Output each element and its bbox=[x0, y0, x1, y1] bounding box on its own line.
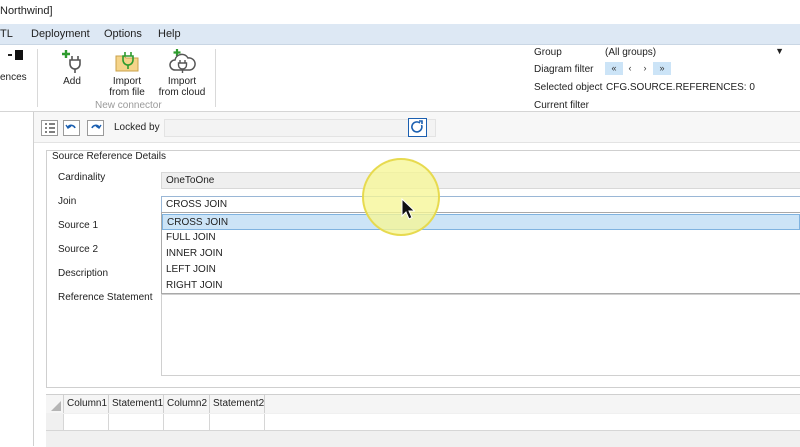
join-value: CROSS JOIN bbox=[166, 199, 228, 210]
selected-object-label: Selected object bbox=[534, 82, 603, 93]
list-icon bbox=[45, 123, 55, 133]
mouse-pointer-icon bbox=[401, 198, 415, 220]
import-from-file-button[interactable]: Import from file bbox=[104, 45, 150, 98]
join-label: Join bbox=[58, 196, 77, 207]
description-label: Description bbox=[58, 268, 109, 279]
menu-etl[interactable]: TL bbox=[0, 28, 13, 40]
grid-corner bbox=[46, 395, 64, 413]
grid-cell[interactable] bbox=[164, 414, 210, 431]
import-cloud-line1: Import bbox=[167, 76, 197, 87]
group-label: Group bbox=[534, 47, 562, 58]
grid-cell[interactable] bbox=[210, 414, 265, 431]
plug-add-icon bbox=[62, 50, 81, 73]
join-option-cross[interactable]: CROSS JOIN bbox=[162, 214, 800, 230]
menu-options[interactable]: Options bbox=[104, 28, 142, 40]
undo-icon bbox=[65, 124, 76, 129]
grid-header-statement2[interactable]: Statement2 bbox=[210, 395, 265, 413]
plug-folder-icon bbox=[115, 52, 139, 72]
locked-by-field bbox=[164, 119, 436, 137]
menu-help[interactable]: Help bbox=[158, 28, 181, 40]
cardinality-combobox[interactable]: OneToOne bbox=[161, 172, 800, 189]
grid-cell[interactable] bbox=[265, 414, 800, 431]
import-file-line1: Import bbox=[112, 76, 142, 87]
cursor-highlight bbox=[362, 158, 440, 236]
menu-bar: TL Deployment Options Help bbox=[0, 24, 800, 45]
selected-object-value: CFG.SOURCE.REFERENCES: 0 bbox=[606, 82, 755, 93]
reference-statement-label: Reference Statement bbox=[58, 292, 153, 303]
add-connector-button[interactable]: Add bbox=[52, 45, 92, 87]
corner-triangle-icon bbox=[51, 401, 61, 411]
cardinality-value: OneToOne bbox=[166, 175, 215, 186]
statement-grid: Column1 Statement1 Column2 Statement2 bbox=[46, 394, 800, 447]
join-dropdown-list: CROSS JOIN FULL JOIN INNER JOIN LEFT JOI… bbox=[161, 212, 800, 294]
window-title: Northwind] bbox=[0, 5, 53, 17]
menu-deployment[interactable]: Deployment bbox=[31, 28, 90, 40]
source1-label: Source 1 bbox=[58, 220, 99, 231]
nav-prev-button[interactable]: ‹ bbox=[624, 62, 636, 75]
references-icon bbox=[8, 50, 23, 60]
references-button[interactable]: ences bbox=[0, 45, 32, 83]
grid-header-statement1[interactable]: Statement1 bbox=[109, 395, 164, 413]
join-option-right[interactable]: RIGHT JOIN bbox=[162, 278, 800, 294]
row-header[interactable] bbox=[46, 414, 64, 431]
nav-next-button[interactable]: › bbox=[639, 62, 651, 75]
ribbon-group-caption: New connector bbox=[95, 100, 162, 111]
group-select[interactable]: (All groups) ▼ bbox=[603, 45, 788, 59]
cardinality-label: Cardinality bbox=[58, 172, 106, 183]
redo-button[interactable] bbox=[87, 120, 104, 136]
undo-button[interactable] bbox=[63, 120, 80, 136]
details-toolbar: Locked by bbox=[34, 112, 800, 143]
grid-cell[interactable] bbox=[64, 414, 109, 431]
locked-by-label: Locked by bbox=[114, 122, 160, 133]
add-label: Add bbox=[63, 76, 81, 87]
refresh-icon bbox=[411, 120, 423, 133]
nav-first-button[interactable]: « bbox=[605, 62, 623, 75]
grid-header-filler bbox=[265, 395, 800, 413]
refresh-button[interactable] bbox=[408, 118, 427, 137]
join-combobox[interactable]: CROSS JOIN bbox=[161, 196, 800, 213]
ribbon: ences Add Import from file Import from c… bbox=[0, 45, 800, 112]
grid-header-column2[interactable]: Column2 bbox=[164, 395, 210, 413]
ribbon-separator bbox=[37, 49, 38, 107]
diagram-filter-label: Diagram filter bbox=[534, 64, 594, 75]
grid-cell[interactable] bbox=[109, 414, 164, 431]
list-view-button[interactable] bbox=[41, 120, 58, 136]
import-from-cloud-button[interactable]: Import from cloud bbox=[156, 45, 208, 98]
grid-header-column1[interactable]: Column1 bbox=[64, 395, 109, 413]
ribbon-separator bbox=[215, 49, 216, 107]
title-bar: Northwind] bbox=[0, 0, 800, 24]
references-label: ences bbox=[0, 72, 27, 83]
redo-icon bbox=[91, 124, 102, 129]
group-value: (All groups) bbox=[605, 47, 657, 58]
plug-cloud-icon bbox=[169, 49, 196, 73]
source2-label: Source 2 bbox=[58, 244, 99, 255]
join-option-inner[interactable]: INNER JOIN bbox=[162, 246, 800, 262]
join-option-full[interactable]: FULL JOIN bbox=[162, 230, 800, 246]
nav-last-button[interactable]: » bbox=[653, 62, 671, 75]
join-option-left[interactable]: LEFT JOIN bbox=[162, 262, 800, 278]
import-cloud-line2: from cloud bbox=[158, 87, 206, 98]
current-filter-label: Current filter bbox=[534, 100, 590, 111]
import-file-line2: from file bbox=[109, 87, 145, 98]
details-title: Source Reference Details bbox=[50, 151, 168, 162]
chevron-down-icon: ▼ bbox=[775, 46, 784, 56]
reference-statement-field[interactable] bbox=[161, 294, 800, 376]
left-pane bbox=[0, 112, 34, 446]
